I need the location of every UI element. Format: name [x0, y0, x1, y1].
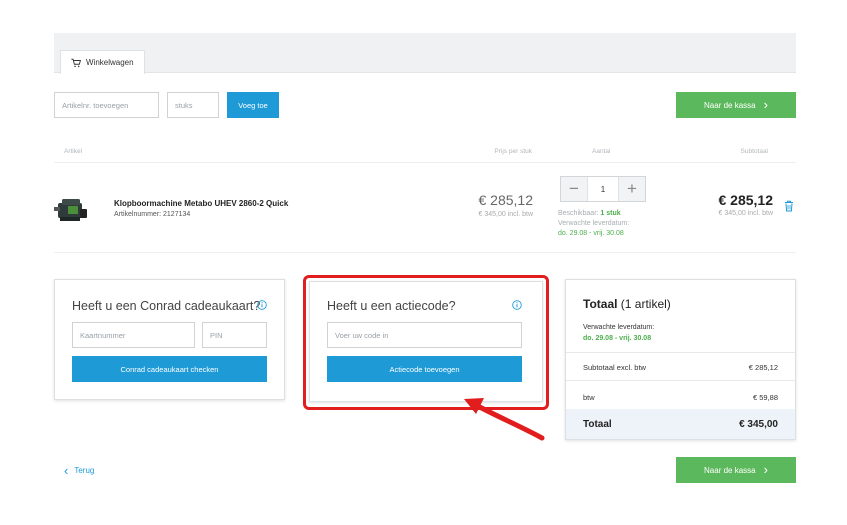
chevron-left-icon: ‹: [64, 463, 69, 478]
totals-delivery-value: do. 29.08 - vrij. 30.08: [583, 335, 652, 342]
delivery-label: Verwachte leverdatum:: [558, 220, 630, 227]
divider: [54, 162, 796, 163]
totals-title-count: (1 artikel): [617, 297, 671, 311]
top-band: [54, 33, 796, 45]
unit-price-incl: € 345,00 incl. btw: [478, 211, 533, 218]
divider: [566, 380, 795, 381]
quantity-value[interactable]: 1: [587, 177, 619, 201]
grand-total-value: € 345,00: [739, 418, 778, 430]
header-subtotal: Subtotaal: [740, 148, 768, 155]
gift-card-title: Heeft u een Conrad cadeaukaart?: [72, 299, 261, 313]
increment-button[interactable]: +: [619, 177, 645, 201]
header-article: Artikel: [64, 148, 83, 155]
header-price: Prijs per stuk: [494, 148, 532, 155]
totals-title-bold: Totaal: [583, 297, 618, 311]
subtotal-row: Subtotaal excl. btw € 285,12: [583, 363, 778, 372]
quantity-stepper: − 1 +: [560, 176, 646, 202]
decrement-button[interactable]: −: [561, 177, 587, 201]
check-gift-card-button[interactable]: Conrad cadeaukaart checken: [72, 356, 267, 382]
checkout-label: Naar de kassa: [704, 100, 756, 110]
info-icon[interactable]: [257, 300, 267, 310]
item-subtotal: € 285,12: [718, 192, 774, 208]
unit-price: € 285,12: [478, 192, 534, 208]
checkout-label: Naar de kassa: [704, 465, 756, 475]
grand-total-row: Totaal € 345,00: [566, 409, 795, 439]
gift-card-panel: Heeft u een Conrad cadeaukaart? Kaartnum…: [54, 279, 285, 400]
back-label: Terug: [74, 466, 95, 475]
tab-winkelwagen[interactable]: Winkelwagen: [60, 50, 145, 74]
availability-label: Beschikbaar:: [558, 210, 599, 217]
divider: [566, 352, 795, 353]
back-link[interactable]: ‹ Terug: [64, 464, 94, 477]
divider: [54, 252, 796, 253]
grand-total-label: Totaal: [583, 418, 612, 430]
subtotal-label: Subtotaal excl. btw: [583, 363, 646, 372]
checkout-button-top[interactable]: Naar de kassa ›: [676, 92, 796, 118]
cart-icon: [71, 58, 81, 67]
product-image: [54, 199, 87, 221]
trash-icon[interactable]: [784, 200, 794, 212]
product-name[interactable]: Klopboormachine Metabo UHEV 2860-2 Quick: [114, 199, 288, 208]
subtotal-value: € 285,12: [748, 363, 778, 372]
vat-label: btw: [583, 393, 595, 402]
availability-value: 1 stuk: [600, 210, 621, 217]
article-number-input[interactable]: Artikelnr. toevoegen: [54, 92, 159, 118]
totals-title: Totaal (1 artikel): [583, 297, 671, 311]
highlight-frame: [303, 275, 549, 410]
order-totals: Totaal (1 artikel) Verwachte leverdatum:…: [565, 279, 796, 440]
availability-info: Beschikbaar: 1 stuk Verwachte leverdatum…: [558, 209, 629, 239]
delivery-value: do. 29.08 - vrij. 30.08: [558, 230, 624, 237]
checkout-button-bottom[interactable]: Naar de kassa ›: [676, 457, 796, 483]
tab-bar: Winkelwagen: [54, 45, 796, 74]
annotation-arrow-icon: [464, 398, 545, 441]
gift-card-pin-input[interactable]: PIN: [202, 322, 267, 348]
chevron-right-icon: ›: [763, 462, 768, 477]
item-subtotal-incl: € 345,00 incl. btw: [718, 210, 773, 217]
header-qty: Aantal: [592, 148, 611, 155]
tab-label: Winkelwagen: [86, 58, 134, 67]
add-article-row: Artikelnr. toevoegen stuks Voeg toe: [54, 92, 279, 118]
vat-value: € 59,88: [752, 393, 778, 402]
add-article-button[interactable]: Voeg toe: [227, 92, 279, 118]
product-number: Artikelnummer: 2127134: [114, 211, 191, 218]
chevron-right-icon: ›: [763, 97, 768, 112]
gift-card-number-input[interactable]: Kaartnummer: [72, 322, 195, 348]
totals-delivery-label: Verwachte leverdatum:: [583, 324, 655, 331]
table-header: Artikel Prijs per stuk Aantal Subtotaal: [54, 146, 796, 160]
vat-row: btw € 59,88: [583, 393, 778, 402]
quantity-input[interactable]: stuks: [167, 92, 219, 118]
